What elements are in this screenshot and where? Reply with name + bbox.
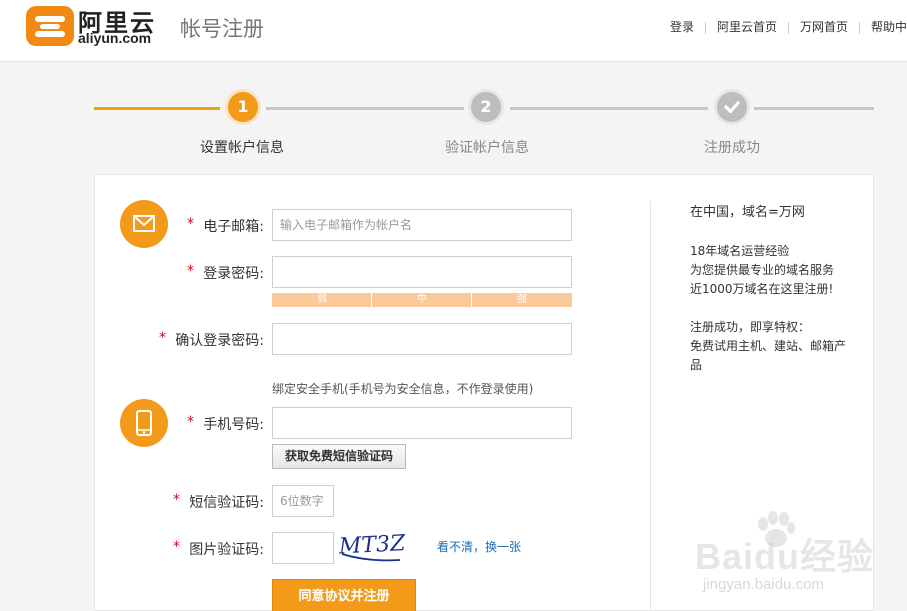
phone-field[interactable]	[272, 407, 572, 439]
step-progress-line	[266, 107, 464, 110]
sidebar-line: 18年域名运营经验	[690, 244, 790, 258]
nav-aliyun-home-link[interactable]: 阿里云首页	[717, 18, 777, 35]
baidu-jingyan-watermark: Baidu经验 jingyan.baidu.com	[695, 510, 895, 610]
nav-divider	[704, 21, 706, 34]
step-progress-line	[754, 107, 874, 110]
email-label: 电子邮箱:	[203, 219, 264, 235]
top-nav: 登录 阿里云首页 万网首页 帮助中	[670, 18, 907, 35]
header: 阿里云 aliyun.com 帐号注册 登录 阿里云首页 万网首页 帮助中	[0, 0, 907, 62]
watermark-url: jingyan.baidu.com	[703, 576, 824, 593]
confirm-password-label: 确认登录密码:	[175, 333, 264, 349]
step-progress-line	[510, 107, 708, 110]
strength-divider	[471, 293, 472, 307]
panel-divider	[650, 201, 651, 611]
step-progress-line-done	[94, 107, 220, 110]
email-field[interactable]: 输入电子邮箱作为帐户名	[272, 209, 572, 241]
nav-login-link[interactable]: 登录	[670, 18, 694, 35]
step-3-indicator	[717, 92, 747, 122]
password-strength-meter: 弱 中 强	[272, 293, 572, 307]
step-3-label: 注册成功	[704, 140, 760, 156]
captcha-image[interactable]: MT3Z	[338, 532, 408, 566]
sidebar-line: 免费试用主机、建站、邮箱产	[690, 339, 847, 353]
sms-code-field[interactable]: 6位数字	[272, 485, 334, 517]
refresh-captcha-link[interactable]: 看不清，换一张	[437, 538, 521, 555]
sidebar-intro: 18年域名运营经验 为您提供最专业的域名服务 近1000万域名在这里注册!	[690, 242, 860, 299]
sidebar-line: 为您提供最专业的域名服务	[690, 263, 835, 277]
sms-code-label: 短信验证码:	[189, 495, 264, 511]
strength-strong: 强	[517, 294, 527, 305]
nav-divider	[858, 21, 860, 34]
page-title: 帐号注册	[180, 17, 264, 41]
aliyun-logo-icon[interactable]	[26, 6, 74, 46]
agree-and-register-button[interactable]: 同意协议并注册	[272, 579, 416, 611]
step-2-indicator: 2	[471, 92, 501, 122]
sidebar-line: 注册成功，即享特权：	[690, 320, 811, 334]
password-field[interactable]	[272, 256, 572, 288]
strength-weak: 弱	[317, 294, 327, 305]
sidebar-slogan: 在中国，域名=万网	[690, 205, 805, 220]
required-mark: *	[159, 330, 166, 346]
phone-label: 手机号码:	[203, 417, 264, 433]
step-1-label: 设置帐户信息	[200, 140, 284, 156]
sidebar-benefits: 注册成功，即享特权： 免费试用主机、建站、邮箱产 品	[690, 318, 860, 375]
checkmark-icon	[724, 101, 740, 114]
strength-divider	[371, 293, 372, 307]
step-1-indicator: 1	[228, 92, 258, 122]
sidebar-line: 近1000万域名在这里注册!	[690, 282, 834, 296]
get-sms-code-button[interactable]: 获取免费短信验证码	[272, 444, 406, 469]
phone-hint: 绑定安全手机(手机号为安全信息，不作登录使用)	[272, 382, 534, 396]
registration-page: 阿里云 aliyun.com 帐号注册 登录 阿里云首页 万网首页 帮助中 1 2 设…	[0, 0, 907, 611]
confirm-password-field[interactable]	[272, 323, 572, 355]
password-label: 登录密码:	[203, 266, 264, 282]
strength-medium: 中	[417, 294, 427, 305]
sidebar-line: 品	[690, 358, 703, 372]
captcha-label: 图片验证码:	[189, 542, 264, 558]
brand-name-en[interactable]: aliyun.com	[78, 30, 151, 46]
step-2-label: 验证帐户信息	[445, 140, 529, 156]
captcha-field[interactable]	[272, 532, 334, 564]
watermark-text: Baidu经验	[695, 536, 875, 577]
nav-divider	[787, 21, 789, 34]
nav-wanwang-home-link[interactable]: 万网首页	[800, 18, 848, 35]
nav-help-link[interactable]: 帮助中	[871, 18, 907, 35]
